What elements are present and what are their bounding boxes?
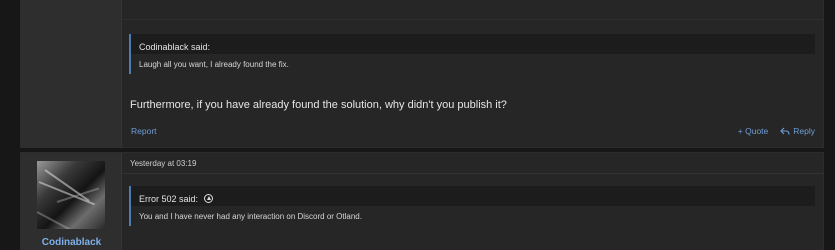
post-user-column (21, 0, 122, 148)
quote-author[interactable]: Codinablack said: (131, 34, 815, 54)
quote-author-label[interactable]: Codinablack said: (139, 42, 210, 52)
reply-button-label[interactable]: Reply (793, 126, 815, 136)
report-link[interactable]: Report (131, 126, 157, 136)
quote-text: Laugh all you want, I already found the … (131, 54, 815, 74)
post-message: Codinablack Yesterday at 03:19 Error 502… (20, 152, 824, 250)
post-actions: + Quote Reply (738, 126, 815, 136)
quote-button[interactable]: + Quote (738, 126, 768, 136)
post-divider (122, 173, 824, 174)
quote-author[interactable]: Error 502 said: (131, 186, 815, 206)
quote-block: Codinablack said: Laugh all you want, I … (129, 34, 815, 74)
quote-text: You and I have never had any interaction… (131, 206, 815, 226)
username[interactable]: Codinablack (21, 237, 122, 248)
post-message: Codinablack said: Laugh all you want, I … (20, 0, 824, 148)
arrow-up-circle-icon[interactable] (204, 194, 214, 203)
reply-button[interactable]: Reply (780, 126, 815, 136)
reply-icon (780, 127, 790, 135)
post-user-column: Codinablack (21, 153, 122, 250)
post-body-text: Furthermore, if you have already found t… (130, 99, 507, 111)
quote-author-label[interactable]: Error 502 said: (139, 194, 198, 204)
post-divider (122, 0, 824, 20)
quote-block: Error 502 said: You and I have never had… (129, 186, 815, 226)
avatar[interactable] (37, 161, 105, 229)
post-date[interactable]: Yesterday at 03:19 (130, 159, 196, 168)
quote-button-label[interactable]: + Quote (738, 126, 768, 136)
